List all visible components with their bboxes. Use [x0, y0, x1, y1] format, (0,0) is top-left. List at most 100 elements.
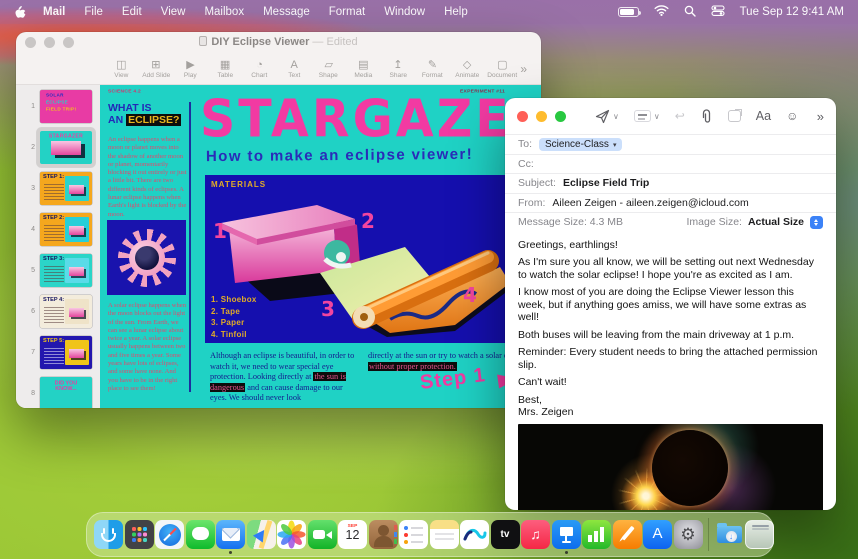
- format-button[interactable]: Aa: [756, 109, 771, 123]
- dock-pages-icon[interactable]: [612, 520, 642, 549]
- view-icon: ◫: [116, 58, 127, 71]
- slide-paragraph-eclipse: An eclipse happens when a moon or planet…: [108, 136, 187, 218]
- search-icon[interactable]: [684, 5, 696, 20]
- dock-finder-icon[interactable]: [94, 520, 123, 549]
- menu-mail[interactable]: Mail: [43, 6, 65, 18]
- subject-field[interactable]: Subject: Eclipse Field Trip: [505, 173, 836, 193]
- menu-view[interactable]: View: [161, 6, 186, 18]
- menu-bar-clock[interactable]: Tue Sep 12 9:41 AM: [740, 6, 844, 18]
- dock-tv-icon[interactable]: tv: [490, 520, 520, 549]
- menu-format[interactable]: Format: [329, 6, 365, 18]
- emoji-button[interactable]: ☺: [786, 109, 798, 123]
- item-number-2: 2: [361, 209, 375, 233]
- eclipse-moon: [652, 429, 728, 506]
- toolbar-media-button[interactable]: ▤ Media: [346, 59, 381, 80]
- toolbar-overflow-icon[interactable]: »: [817, 109, 824, 124]
- dock-freeform-icon[interactable]: [460, 520, 489, 549]
- apple-menu-icon[interactable]: [14, 5, 27, 20]
- share-icon: ↥: [393, 58, 403, 71]
- send-options-chevron-icon[interactable]: ∨: [613, 112, 619, 121]
- battery-icon[interactable]: [617, 7, 641, 17]
- dock-trash-icon[interactable]: [745, 520, 774, 549]
- slide-thumbnail-8[interactable]: 8 DID YOU KNOW...: [16, 377, 100, 408]
- dock-music-icon[interactable]: ♫: [521, 520, 550, 549]
- dock-appstore-icon[interactable]: A: [643, 520, 672, 549]
- dock-keynote-icon[interactable]: [551, 520, 581, 554]
- menu-mailbox[interactable]: Mailbox: [204, 6, 244, 18]
- toolbar-add-slide-button[interactable]: ⊞ Add Slide: [139, 59, 174, 80]
- control-center-icon[interactable]: [711, 5, 725, 19]
- dock-reminders-icon[interactable]: [399, 520, 428, 549]
- slide-thumbnail-6[interactable]: 6 STEP 4:: [16, 295, 100, 328]
- menu-message[interactable]: Message: [263, 6, 310, 18]
- item-number-3: 3: [321, 297, 335, 321]
- dock-settings-icon[interactable]: ⚙: [673, 520, 703, 549]
- slide-canvas[interactable]: SCIENCE 4.2 EXPERIMENT #11 WHAT IS AN EC…: [100, 85, 541, 408]
- slide-thumbnail-1[interactable]: 1 SOLAR ECLIPSE FIELD TRIP!: [16, 90, 100, 123]
- to-field[interactable]: To: Science-Class: [505, 134, 836, 154]
- slide-thumbnail-3[interactable]: 3 STEP 1:: [16, 172, 100, 205]
- dock-contacts-icon[interactable]: [368, 520, 398, 549]
- wifi-icon[interactable]: [654, 5, 669, 19]
- dock-messages-icon[interactable]: [185, 520, 215, 549]
- play-icon: ▶: [186, 58, 195, 71]
- toolbar-overflow-icon[interactable]: »: [520, 62, 541, 76]
- toolbar-format-button[interactable]: ✎ Format: [415, 59, 450, 80]
- slide-thumbnail-4[interactable]: 4 STEP 2:: [16, 213, 100, 246]
- media-icon: ▤: [358, 58, 369, 71]
- size-row: Message Size: 4.3 MB Image Size: Actual …: [505, 212, 836, 232]
- dock-notes-icon[interactable]: [429, 520, 459, 549]
- toolbar-view-button[interactable]: ◫ View: [104, 59, 139, 80]
- send-button[interactable]: [595, 109, 610, 124]
- animate-icon: ◇: [462, 58, 472, 71]
- dock-facetime-icon[interactable]: [307, 520, 337, 549]
- dock-launchpad-icon[interactable]: [124, 520, 154, 549]
- header-fields-button[interactable]: ∨: [633, 110, 660, 122]
- dock-calendar-icon[interactable]: SEP 12: [338, 520, 367, 549]
- toolbar-document-button[interactable]: ▢ Document: [484, 59, 520, 80]
- text-icon: A: [290, 58, 298, 71]
- table-icon: ▦: [219, 58, 231, 71]
- close-button[interactable]: [517, 110, 528, 122]
- menu-window[interactable]: Window: [384, 6, 425, 18]
- slide-title: STARGAZER: [200, 89, 541, 150]
- slide-thumbnail-5[interactable]: 5 STEP 3:: [16, 254, 100, 287]
- dock-safari-icon[interactable]: [155, 520, 184, 549]
- slide-thumbnail-7[interactable]: 7 STEP 5:: [16, 336, 100, 369]
- body-paragraph: Reminder: Every student needs to bring t…: [518, 346, 818, 371]
- cc-field[interactable]: Cc:: [505, 153, 836, 174]
- menu-help[interactable]: Help: [444, 6, 468, 18]
- toolbar-share-button[interactable]: ↥ Share: [381, 59, 416, 80]
- menu-file[interactable]: File: [84, 6, 103, 18]
- toolbar-shape-button[interactable]: ▱ Shape: [311, 59, 346, 80]
- header-fields-icon: [633, 110, 651, 122]
- recipient-token[interactable]: Science-Class: [539, 137, 623, 151]
- image-size-select[interactable]: Actual Size: [748, 216, 804, 228]
- toolbar-animate-button[interactable]: ◇ Animate: [450, 59, 485, 80]
- sun-illustration: [107, 220, 186, 295]
- eclipse-photo-attachment[interactable]: [518, 423, 823, 510]
- menu-edit[interactable]: Edit: [122, 6, 142, 18]
- dock-maps-icon[interactable]: [246, 520, 276, 549]
- toolbar-chart-button[interactable]: ◔ Chart: [242, 59, 277, 80]
- attach-button[interactable]: [700, 108, 713, 124]
- dock-photos-icon[interactable]: [277, 520, 306, 549]
- toolbar-table-button[interactable]: ▦ Table: [208, 59, 243, 80]
- keynote-window: DIY Eclipse Viewer — Edited ◫ View ⊞ Add S…: [16, 32, 541, 408]
- mail-compose-window: ∨ ∨ ↩ Aa ☺ » To: Science-Class Cc: Subje…: [505, 98, 836, 510]
- desktop: Mail File Edit View Mailbox Message Form…: [0, 0, 858, 559]
- menu-bar: Mail File Edit View Mailbox Message Form…: [0, 0, 858, 24]
- zoom-button[interactable]: [555, 110, 566, 122]
- dock-numbers-icon[interactable]: [582, 520, 611, 549]
- toolbar-text-button[interactable]: A Text: [277, 59, 312, 80]
- toolbar-play-button[interactable]: ▶ Play: [173, 59, 208, 80]
- from-field[interactable]: From: Aileen Zeigen - aileen.zeigen@iclo…: [505, 192, 836, 213]
- body-paragraph: Both buses will be leaving from the main…: [518, 328, 795, 341]
- message-body[interactable]: Greetings, earthlings! As I'm sure you a…: [505, 232, 836, 510]
- format-icon: ✎: [427, 58, 438, 71]
- image-size-stepper-icon[interactable]: [810, 215, 823, 229]
- slide-thumbnail-2-selected[interactable]: 2 STARGAZER: [16, 131, 100, 164]
- dock-mail-icon[interactable]: [216, 520, 245, 554]
- dock-downloads-icon[interactable]: ↓: [715, 520, 744, 549]
- minimize-button[interactable]: [536, 110, 547, 122]
